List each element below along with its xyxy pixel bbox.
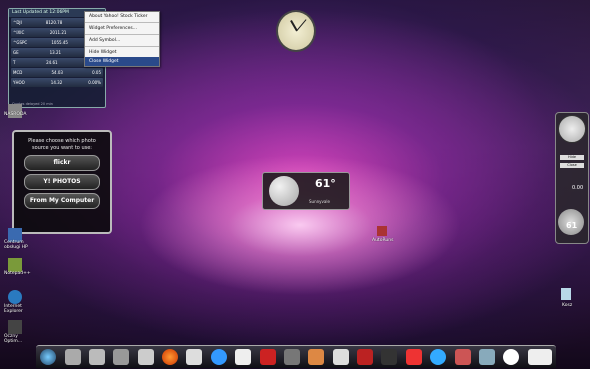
stock-change: 0.05 [92, 70, 101, 75]
icon-label: Kosz [562, 303, 573, 308]
menu-separator [85, 46, 159, 47]
side-widget-stack[interactable]: Hide Close 0.00 61 [555, 112, 589, 244]
stock-symbol: MCD [13, 70, 23, 75]
photo-source-widget[interactable]: Please choose which photo source you wan… [12, 130, 112, 234]
weather-temperature: 61° [315, 177, 336, 190]
menu-item-close-widget[interactable]: Close Widget [85, 57, 159, 66]
yahoo-photos-label: PHOTOS [52, 178, 81, 185]
stock-symbol: ^GSPC [13, 40, 28, 45]
app-icon[interactable] [186, 349, 203, 365]
yahoo-photos-button[interactable]: Y! PHOTOS [24, 174, 100, 190]
menu-item-add-symbol[interactable]: Add Symbol... [85, 36, 159, 45]
menu-item-preferences[interactable]: Widget Preferences... [85, 24, 159, 33]
stock-symbol: ^IXIC [13, 30, 25, 35]
stock-row[interactable]: YHOO 14.32 0.00% [11, 78, 103, 87]
weather-city: Sunnyvale [309, 199, 330, 204]
recycle-bin-icon[interactable] [561, 288, 571, 300]
oczny-icon[interactable] [8, 320, 22, 334]
menu-item-hide-widget[interactable]: Hide Widget [85, 48, 159, 57]
stock-row[interactable]: MCD 54.03 0.05 [11, 68, 103, 77]
context-menu[interactable]: About Yahoo! Stock Ticker Widget Prefere… [84, 11, 160, 67]
stock-symbol: ^DJI [13, 20, 22, 25]
side-clock-icon [558, 115, 586, 143]
kaspersky-icon[interactable] [405, 349, 422, 365]
start-button-icon[interactable] [40, 349, 57, 365]
app-icon[interactable] [381, 349, 398, 365]
icon-label: NASRODA [4, 112, 27, 117]
app-icon[interactable] [137, 349, 154, 365]
app-icon[interactable] [357, 349, 374, 365]
app-icon[interactable] [332, 349, 349, 365]
photo-widget-title: Please choose which photo source you wan… [28, 138, 96, 151]
icon-label: Notepad++ [4, 271, 31, 276]
weather-widget[interactable]: 61° Sunnyvale [262, 172, 350, 210]
side-close-button[interactable]: Close [560, 163, 584, 168]
side-value: 0.00 [572, 185, 584, 191]
stock-price: 1055.45 [51, 40, 68, 45]
yahoo-logo-icon: Y! [43, 178, 51, 185]
stock-price: 13.21 [49, 50, 62, 55]
app-icon[interactable] [259, 349, 276, 365]
autoruns-icon[interactable] [377, 226, 387, 236]
skype-icon[interactable] [210, 349, 227, 365]
app-icon[interactable] [235, 349, 252, 365]
menu-item-about[interactable]: About Yahoo! Stock Ticker [85, 12, 159, 21]
icon-label: Internet Explorer [4, 304, 23, 314]
icon-label: Centrum obsługi HP [4, 240, 28, 250]
stock-price: 2011.21 [49, 30, 67, 35]
skype-icon[interactable] [430, 349, 447, 365]
app-icon[interactable] [527, 349, 552, 365]
app-icon[interactable] [88, 349, 105, 365]
side-temp: 61 [566, 221, 578, 230]
menu-separator [85, 22, 159, 23]
flickr-button[interactable]: flickr [24, 155, 100, 171]
app-icon[interactable] [64, 349, 81, 365]
notepad-icon[interactable] [8, 258, 22, 272]
menu-separator [85, 34, 159, 35]
stock-symbol: GE [13, 50, 19, 55]
moon-icon [269, 176, 299, 206]
clock-minute-hand [296, 19, 307, 32]
app-icon[interactable] [308, 349, 325, 365]
app-icon[interactable] [283, 349, 300, 365]
stock-price: 24.61 [46, 60, 58, 65]
stock-price: 14.32 [50, 80, 63, 85]
clock-icon[interactable] [503, 349, 520, 365]
side-hide-button[interactable]: Hide [560, 155, 584, 160]
stock-price: 54.03 [51, 70, 63, 75]
taskbar-dock[interactable] [36, 345, 556, 368]
stock-price: 8120.78 [45, 20, 63, 25]
app-icon[interactable] [454, 349, 471, 365]
clock-widget[interactable] [276, 10, 316, 52]
icon-label: Oczny Optim... [4, 334, 23, 344]
app-icon[interactable] [113, 349, 130, 365]
from-computer-button[interactable]: From My Computer [24, 193, 100, 209]
stock-symbol: T [13, 60, 16, 65]
firefox-icon[interactable] [162, 349, 179, 365]
stock-symbol: YHOO [13, 80, 25, 85]
stock-change: 0.00% [88, 80, 101, 85]
internet-explorer-icon[interactable] [8, 290, 22, 304]
app-icon[interactable] [478, 349, 495, 365]
icon-label: AutoRuns [372, 238, 394, 243]
